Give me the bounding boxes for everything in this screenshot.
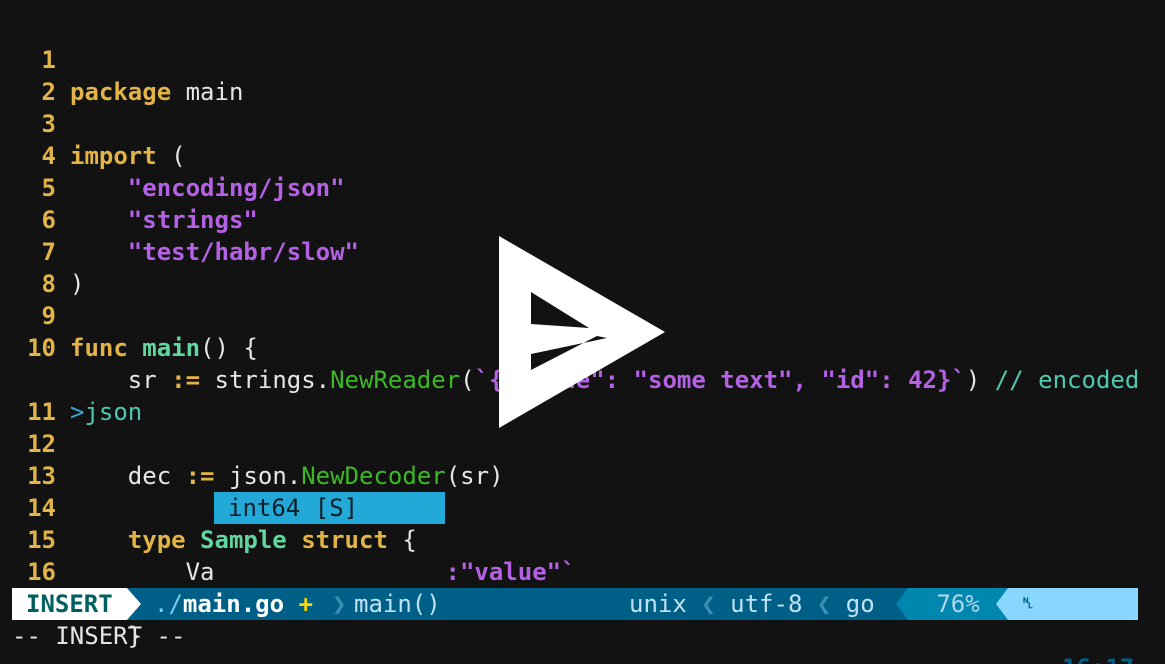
code-line: 5 "strings" (0, 140, 1165, 234)
modified-flag: + (298, 590, 313, 618)
encoding: utf-8 (730, 590, 803, 618)
code-line: 14 type Sample struct { (0, 460, 1165, 554)
code-line: 6 "test/habr/slow" (0, 172, 1165, 266)
separator-icon: ❯ (332, 590, 347, 618)
scroll-percent: 76% (908, 588, 1008, 620)
code-line: 17 } (0, 556, 1165, 650)
completion-popup-item[interactable]: int64 [S] (214, 492, 445, 524)
code-line: 4 "encoding/json" (0, 108, 1165, 202)
mode-indicator: INSERT (12, 588, 127, 620)
file-dir: ./ (154, 590, 183, 618)
cursor-position: ␤ 16:17 (1008, 588, 1138, 664)
file-info: unix ❮ utf-8 ❮ go (629, 588, 875, 620)
code-line: 2 (0, 44, 1165, 106)
play-icon[interactable] (497, 236, 667, 428)
code-line: 13 (0, 428, 1165, 490)
code-line: 16 ID int64 (0, 524, 1165, 618)
code-line: 15 Va:"value"` (0, 492, 1165, 586)
file-path: ./main.go + (154, 588, 313, 620)
code-line: 3 import ( (0, 76, 1165, 170)
line-number-icon: ␤ (1022, 594, 1035, 612)
file-name: main.go (182, 590, 285, 618)
powerline-arrow-icon (127, 588, 141, 620)
separator-icon: ❮ (816, 590, 832, 618)
fileformat: unix (629, 590, 687, 618)
current-function: main() (354, 590, 441, 618)
code-line: 1 package main (0, 12, 1165, 106)
cursor-position-value: 16:17 (1062, 652, 1134, 664)
status-line: INSERT ./main.go + ❯ main() unix ❮ utf-8… (12, 588, 1138, 664)
filetype: go (845, 590, 875, 618)
separator-icon: ❮ (701, 590, 716, 618)
powerline-arrow-icon (996, 588, 1008, 620)
powerline-arrow-icon (896, 588, 908, 620)
code-line: 7 ) (0, 204, 1165, 298)
command-line: -- INSERT -- (12, 622, 186, 650)
